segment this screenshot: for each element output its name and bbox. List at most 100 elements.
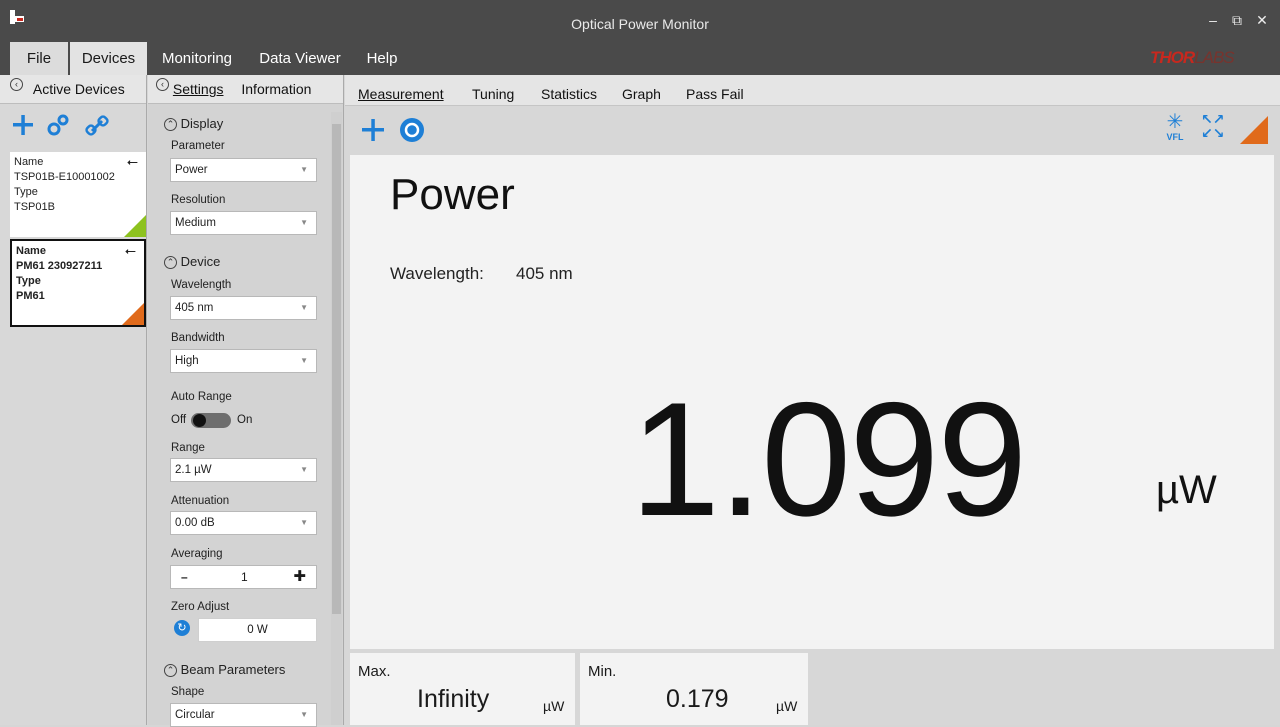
close-icon[interactable]: ✕ [1252, 12, 1272, 29]
chevron-down-icon: ▼ [300, 710, 308, 719]
decrement-button[interactable]: – [181, 566, 188, 588]
device-card-selected[interactable]: Name PM61 230927211 Type PM61 ⭠ [10, 239, 146, 327]
max-value: Infinity [417, 685, 490, 713]
vfl-label: VFL [1166, 132, 1184, 142]
zero-adjust-label: Zero Adjust [171, 601, 230, 613]
display-section[interactable]: ⌃ Display [164, 116, 223, 131]
chevron-up-icon[interactable]: ⌃ [164, 664, 177, 677]
wavelength-select[interactable]: 405 nm ▼ [170, 296, 317, 320]
minimize-icon[interactable]: – [1203, 12, 1223, 28]
device-section[interactable]: ⌃ Device [164, 254, 220, 269]
device-name: PM61 230927211 [16, 260, 103, 272]
zero-adjust-value: 0 W [247, 624, 268, 636]
chevron-down-icon: ▼ [300, 303, 308, 312]
main-tabs: Measurement Tuning Statistics Graph Pass… [345, 75, 1280, 106]
chevron-down-icon: ▼ [300, 465, 308, 474]
min-stat: Min. 0.179 µW [580, 653, 808, 725]
wavelength-display-label: Wavelength: [390, 264, 484, 283]
range-select[interactable]: 2.1 µW ▼ [170, 458, 317, 482]
resolution-value: Medium [175, 217, 216, 229]
fullscreen-icon[interactable]: ↖↗ ↙↘ [1201, 112, 1231, 142]
wavelength-display-value: 405 nm [516, 264, 573, 283]
parameter-select[interactable]: Power ▼ [170, 158, 317, 182]
collapse-left-icon[interactable]: ‹ [10, 78, 23, 91]
restore-icon[interactable]: ⧉ [1227, 12, 1247, 29]
tab-graph[interactable]: Graph [622, 86, 661, 102]
title-bar: Optical Power Monitor – ⧉ ✕ [0, 0, 1280, 42]
vfl-icon[interactable]: ✳ VFL [1160, 112, 1190, 146]
shape-select[interactable]: Circular ▼ [170, 703, 317, 727]
averaging-stepper[interactable]: – 1 ✚ [170, 565, 317, 589]
attenuation-select[interactable]: 0.00 dB ▼ [170, 511, 317, 535]
toggle-knob [193, 414, 206, 427]
bandwidth-select[interactable]: High ▼ [170, 349, 317, 373]
chevron-down-icon: ▼ [300, 165, 308, 174]
add-device-icon[interactable] [13, 115, 33, 135]
toggle-track[interactable] [191, 413, 231, 428]
shape-label: Shape [171, 686, 205, 698]
usb-icon: ⭠ [126, 153, 138, 169]
menu-help[interactable]: Help [358, 42, 406, 75]
increment-button[interactable]: ✚ [293, 566, 306, 588]
device-type-label: Type [16, 275, 41, 287]
active-devices-panel: ‹ Active Devices Name TSP01B-E10001002 T… [0, 75, 147, 725]
active-devices-header: ‹ Active Devices [0, 75, 146, 104]
menu-data-viewer[interactable]: Data Viewer [252, 42, 348, 75]
display-section-label: Display [180, 116, 224, 131]
range-value: 2.1 µW [175, 464, 212, 476]
auto-range-toggle[interactable]: Off On [171, 410, 271, 430]
beam-section-label: Beam Parameters [180, 662, 286, 677]
tab-pass-fail[interactable]: Pass Fail [686, 86, 744, 102]
device-card[interactable]: Name TSP01B-E10001002 Type TSP01B ⭠ [10, 152, 146, 237]
active-devices-title: Active Devices [32, 81, 125, 97]
chevron-down-icon: ▼ [300, 356, 308, 365]
status-triangle [1240, 116, 1268, 144]
power-value: 1.099 [630, 369, 1027, 550]
range-label: Range [171, 442, 205, 454]
measurement-title: Power [390, 170, 515, 219]
menu-monitoring[interactable]: Monitoring [150, 42, 244, 75]
shape-value: Circular [175, 709, 215, 721]
tab-statistics[interactable]: Statistics [541, 86, 597, 102]
attenuation-label: Attenuation [171, 495, 230, 507]
zero-adjust-field[interactable]: 0 W [198, 618, 317, 642]
window-title: Optical Power Monitor [571, 16, 709, 32]
settings-scrollbar-thumb[interactable] [332, 124, 341, 614]
device-name-label: Name [14, 156, 44, 168]
tab-tuning[interactable]: Tuning [472, 86, 514, 102]
tab-measurement[interactable]: Measurement [358, 86, 444, 102]
attenuation-value: 0.00 dB [175, 517, 215, 529]
resolution-select[interactable]: Medium ▼ [170, 211, 317, 235]
min-unit: µW [776, 698, 798, 714]
usb-icon: ⭠ [124, 242, 136, 258]
device-settings-icon[interactable] [47, 114, 69, 136]
device-type: TSP01B [14, 201, 55, 213]
device-toolbar [10, 113, 140, 142]
thorlabs-logo: THORLABS [1150, 48, 1235, 67]
min-label: Min. [588, 663, 617, 680]
device-name-label: Name [16, 245, 46, 257]
averaging-value[interactable]: 1 [241, 566, 248, 588]
max-label: Max. [358, 663, 391, 680]
bandwidth-label: Bandwidth [171, 332, 225, 344]
chevron-up-icon[interactable]: ⌃ [164, 256, 177, 269]
zero-adjust-button[interactable]: ↻ [174, 620, 190, 636]
add-icon[interactable] [362, 119, 384, 141]
tab-information[interactable]: Information [241, 81, 311, 97]
beam-section[interactable]: ⌃ Beam Parameters [164, 662, 285, 677]
tab-settings[interactable]: Settings [173, 81, 224, 97]
power-unit: µW [1156, 468, 1217, 512]
max-unit: µW [543, 698, 565, 714]
chevron-up-icon[interactable]: ⌃ [164, 118, 177, 131]
menu-devices[interactable]: Devices [70, 42, 147, 75]
chevron-down-icon: ▼ [300, 218, 308, 227]
min-value: 0.179 [666, 685, 729, 713]
device-type-label: Type [14, 186, 38, 198]
toggle-off-label: Off [171, 414, 187, 426]
link-icon[interactable] [85, 115, 109, 136]
averaging-label: Averaging [171, 548, 223, 560]
device-type: PM61 [16, 290, 45, 302]
menu-file[interactable]: File [10, 42, 68, 75]
collapse-settings-icon[interactable]: ‹ [156, 78, 169, 91]
refresh-icon[interactable] [400, 118, 424, 142]
